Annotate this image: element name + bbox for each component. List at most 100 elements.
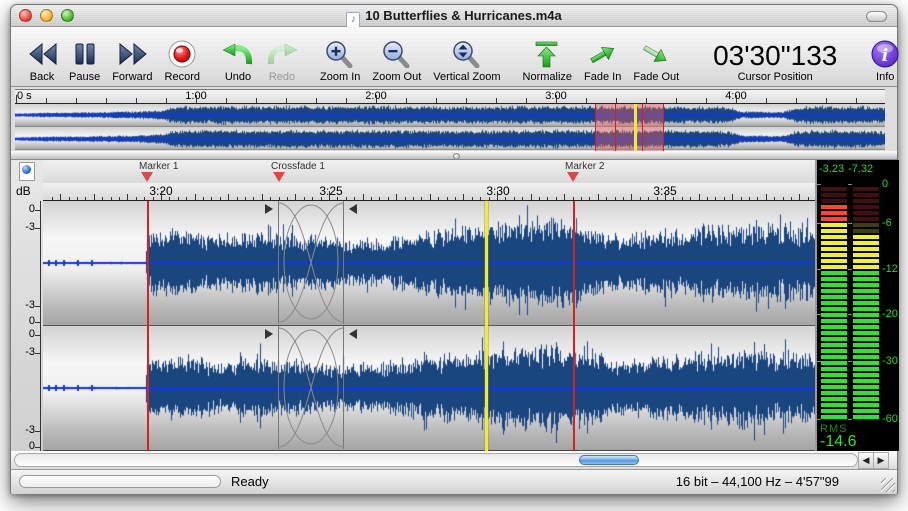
- main-time-ruler[interactable]: 3:203:253:303:35: [43, 183, 815, 201]
- ruler-tick: [253, 197, 254, 200]
- db-scale-label: -3: [25, 424, 35, 436]
- ruler-tick: [556, 95, 557, 103]
- scroll-right-button[interactable]: ▶: [873, 452, 889, 469]
- overview-visible-region[interactable]: [595, 104, 664, 151]
- ruler-tick: [371, 197, 372, 200]
- meter-segment-left: [821, 313, 847, 317]
- ruler-tick: [220, 197, 221, 200]
- waveform-editing-area[interactable]: Marker 1Crossfade 1Marker 2 3:203:253:30…: [43, 160, 815, 451]
- meter-segment-left: [821, 247, 847, 251]
- meter-scale-tick: [817, 184, 821, 185]
- resize-grip[interactable]: [881, 478, 895, 492]
- marker-line[interactable]: [147, 201, 149, 451]
- marker-triangle-icon[interactable]: [567, 172, 579, 182]
- info-button[interactable]: i Info: [865, 39, 905, 83]
- crossfade-right-handle-icon[interactable]: [349, 204, 357, 214]
- ruler-tick: [153, 197, 154, 200]
- ruler-tick: [826, 98, 827, 103]
- cursor-position-label: Cursor Position: [738, 71, 813, 83]
- overview-channel-right[interactable]: [15, 127, 885, 150]
- zoom-out-button[interactable]: Zoom Out: [366, 39, 427, 83]
- undo-icon: [222, 39, 254, 69]
- meter-segment-right: [853, 229, 879, 233]
- marker-triangle-icon[interactable]: [141, 172, 153, 182]
- ruler-tick: [496, 98, 497, 103]
- ruler-tick: [245, 197, 246, 200]
- crossfade-right-handle-icon[interactable]: [349, 329, 357, 339]
- crossfade-left-handle-icon[interactable]: [265, 329, 273, 339]
- fade-out-button[interactable]: Fade Out: [627, 39, 685, 83]
- fade-in-button[interactable]: Fade In: [578, 39, 627, 83]
- ruler-tick: [211, 197, 212, 200]
- ruler-tick: [279, 197, 280, 200]
- peak-left-value: -3.23: [819, 163, 844, 175]
- titlebar[interactable]: ♪10 Butterflies & Hurricanes.m4a: [11, 5, 897, 27]
- meter-segment-left: [821, 211, 847, 215]
- waveform-channel-right[interactable]: [43, 326, 815, 451]
- meter-scale-tick: [848, 184, 852, 185]
- marker-row[interactable]: Marker 1Crossfade 1Marker 2: [43, 160, 815, 183]
- ruler-tick: [354, 197, 355, 200]
- overview-waveform[interactable]: [15, 104, 885, 151]
- ruler-tick: [316, 98, 317, 103]
- db-scale-label: 0: [29, 315, 35, 327]
- record-button[interactable]: Record: [159, 39, 206, 83]
- info-icon: i: [871, 39, 899, 69]
- ruler-tick: [226, 98, 227, 103]
- overview-channel-left[interactable]: [15, 104, 885, 127]
- redo-button[interactable]: Redo: [260, 39, 304, 83]
- scrollbar-thumb[interactable]: [579, 455, 639, 465]
- ruler-tick: [102, 197, 103, 200]
- zoom-in-button[interactable]: Zoom In: [314, 39, 366, 83]
- ruler-tick: [505, 197, 506, 200]
- rms-value: -14.6: [820, 433, 856, 451]
- meter-segment-left: [821, 235, 847, 239]
- meter-segment-right: [853, 415, 879, 419]
- db-scale-tick: [35, 447, 40, 448]
- pane-divider[interactable]: [11, 151, 897, 160]
- vertical-zoom-button[interactable]: Vertical Zoom: [427, 39, 506, 83]
- crossfade-envelope[interactable]: [278, 326, 344, 449]
- meter-segment-left: [821, 403, 847, 407]
- ruler-tick: [52, 197, 53, 200]
- pause-button[interactable]: Pause: [63, 39, 106, 83]
- playback-cursor-line[interactable]: [485, 201, 488, 451]
- meter-segment-left: [821, 217, 847, 221]
- ruler-tick: [16, 95, 17, 103]
- meter-scale-label: -6: [882, 217, 892, 229]
- back-button[interactable]: Back: [21, 39, 63, 83]
- ruler-tick: [522, 197, 523, 200]
- normalize-button[interactable]: Normalize: [517, 39, 579, 83]
- meter-scale-tick: [817, 223, 821, 224]
- meter-segment-right: [853, 265, 879, 269]
- db-scale-label: 0: [29, 328, 35, 340]
- db-scale-tick: [35, 353, 40, 354]
- meter-segment-left: [821, 391, 847, 395]
- crossfade-left-handle-icon[interactable]: [265, 204, 273, 214]
- vertical-zoom-label: Vertical Zoom: [433, 71, 500, 83]
- ruler-tick: [46, 98, 47, 103]
- horizontal-scrollbar[interactable]: [14, 453, 858, 467]
- db-scale-tick: [35, 431, 40, 432]
- zoom-out-label: Zoom Out: [372, 71, 421, 83]
- scroll-left-button[interactable]: ◀: [858, 452, 873, 469]
- track-icon[interactable]: [19, 162, 35, 181]
- ruler-tick: [856, 98, 857, 103]
- back-label: Back: [30, 71, 54, 83]
- meter-segment-right: [853, 397, 879, 401]
- undo-button[interactable]: Undo: [216, 39, 260, 83]
- meter-segment-left: [821, 343, 847, 347]
- waveform-channel-left[interactable]: [43, 201, 815, 326]
- status-bar: Ready 16 bit – 44,100 Hz – 4'57"99: [11, 469, 897, 494]
- time-label: 3:25: [319, 184, 342, 198]
- toolbar-toggle-button[interactable]: [866, 11, 887, 22]
- marker-triangle-icon[interactable]: [273, 172, 285, 182]
- main-section: dB 0-3-300-3-30 Marker 1Crossfade 1Marke…: [11, 160, 897, 451]
- marker-line[interactable]: [573, 201, 575, 451]
- forward-button[interactable]: Forward: [106, 39, 158, 83]
- crossfade-envelope[interactable]: [278, 201, 344, 324]
- ruler-tick: [405, 197, 406, 200]
- ruler-tick: [676, 98, 677, 103]
- db-scale-tick: [35, 228, 40, 229]
- overview-time-ruler[interactable]: 0 s1:002:003:004:00: [15, 89, 885, 104]
